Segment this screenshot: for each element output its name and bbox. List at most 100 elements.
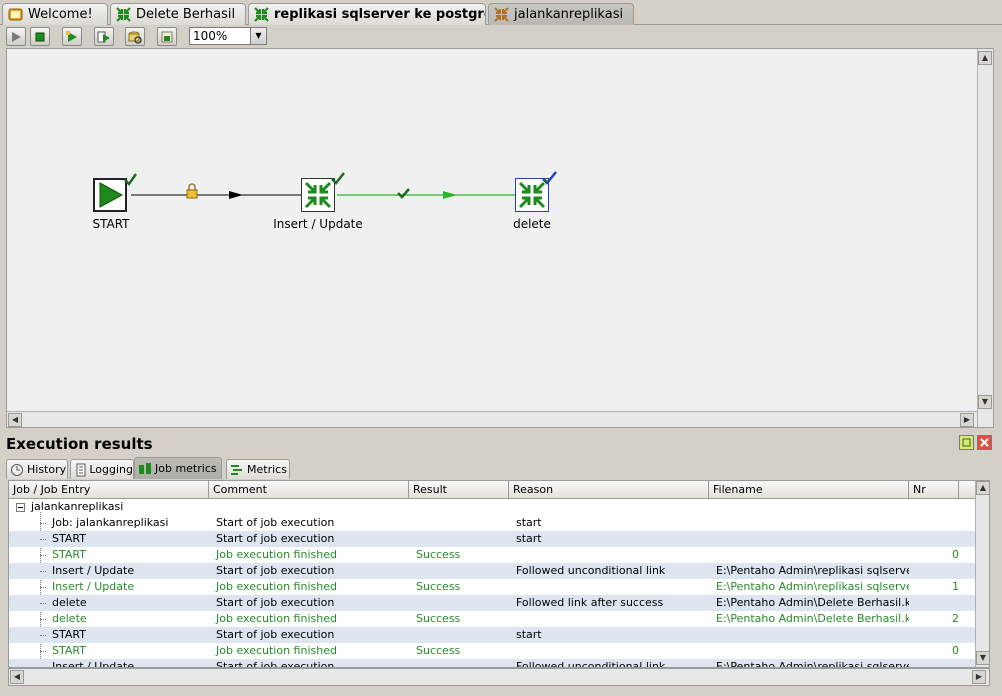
preview-icon (97, 31, 110, 42)
table-row[interactable]: Insert / Update Start of job execution Fol… (9, 659, 975, 668)
zoom-select[interactable]: 100% ▼ (189, 27, 267, 45)
table-row[interactable]: START Job execution finished Success 0 (9, 643, 975, 659)
cell-filename: E:\Pentaho Admin\Delete Berhasil.ktr (716, 596, 909, 609)
tab-label: jalankanreplikasi (514, 7, 624, 22)
replay-button[interactable] (62, 27, 82, 46)
run-icon (12, 31, 21, 42)
collapse-icon[interactable] (16, 503, 25, 512)
chevron-down-icon[interactable]: ▼ (250, 28, 266, 44)
maximize-icon (962, 438, 971, 447)
cell-reason: Followed unconditional link (516, 660, 666, 668)
sql-button[interactable] (125, 27, 145, 46)
tab-replikasi-sqlserver[interactable]: replikasi sqlserver ke postgre (248, 3, 486, 25)
cell-entry: START (52, 532, 86, 545)
table-horizontal-scrollbar[interactable]: ◀ ▶ (8, 668, 990, 686)
tab-welcome[interactable]: Welcome! (2, 3, 108, 25)
close-results-button[interactable] (977, 435, 992, 450)
tree-connector (40, 523, 46, 524)
transformation-icon (116, 7, 131, 22)
close-icon[interactable]: ✕ (631, 8, 633, 22)
cell-comment: Start of job execution (216, 564, 335, 577)
cell-entry: Insert / Update (52, 580, 135, 593)
stop-icon (35, 32, 45, 41)
tree-root-label: jalankanreplikasi (31, 500, 124, 513)
scroll-down-arrow[interactable]: ▼ (978, 395, 992, 409)
job-canvas[interactable]: START Insert / Update delete ▲ ▼ ◀ ▶ (6, 48, 994, 428)
canvas-vertical-scrollbar[interactable]: ▲ ▼ (977, 49, 993, 427)
node-label: START (92, 217, 130, 231)
job-icon (494, 7, 509, 22)
stop-button[interactable] (30, 27, 50, 46)
tree-connector (40, 587, 46, 588)
column-header[interactable]: Nr (909, 481, 959, 498)
tab-label: Metrics (247, 463, 287, 476)
close-icon (980, 438, 989, 447)
maximize-button[interactable] (959, 435, 974, 450)
impact-button[interactable] (157, 27, 177, 46)
node-label: Insert / Update (273, 217, 363, 231)
cell-nr: 0 (952, 548, 959, 561)
table-row[interactable]: START Start of job execution start (9, 627, 975, 643)
editor-tab-bar: Welcome! Delete Berhasil replikasi sqlse… (0, 0, 1002, 25)
column-header[interactable]: Result (409, 481, 509, 498)
node-label: delete (513, 217, 551, 231)
tab-label: replikasi sqlserver ke postgre (274, 7, 486, 22)
tab-logging[interactable]: Logging (70, 459, 134, 479)
tree-connector (40, 539, 46, 540)
scroll-left-arrow[interactable]: ◀ (10, 670, 24, 684)
cell-filename: E:\Pentaho Admin\replikasi sqlserver ... (716, 660, 909, 668)
cell-result: Success (416, 580, 461, 593)
table-row[interactable]: Job: jalankanreplikasi Start of job execu… (9, 515, 975, 531)
cell-reason: Followed link after success (516, 596, 664, 609)
tab-job-metrics[interactable]: Job metrics (134, 457, 222, 479)
column-header[interactable]: Reason (509, 481, 709, 498)
canvas-horizontal-scrollbar[interactable]: ◀ ▶ (7, 411, 977, 427)
tab-delete-berhasil[interactable]: Delete Berhasil (110, 3, 246, 25)
cell-comment: Start of job execution (216, 660, 335, 668)
tab-metrics[interactable]: Metrics (226, 459, 290, 479)
table-vertical-scrollbar[interactable]: ▲ ▼ (975, 481, 989, 667)
checkmark-icon (397, 188, 410, 199)
table-header: Job / Job Entry Comment Result Reason Fi… (9, 481, 975, 499)
start-play-icon (99, 182, 124, 208)
job-toolbar (0, 25, 1002, 48)
table-row[interactable]: delete Job execution finished Success E:\Pe… (9, 611, 975, 627)
scroll-up-arrow[interactable]: ▲ (976, 481, 989, 495)
run-button[interactable] (6, 27, 26, 46)
column-header[interactable]: Comment (209, 481, 409, 498)
table-row[interactable]: delete Start of job execution Followed lin… (9, 595, 975, 611)
logging-icon (76, 463, 86, 476)
node-start-box[interactable] (93, 178, 127, 212)
cell-entry: delete (52, 596, 87, 609)
cell-comment: Job execution finished (216, 612, 337, 625)
scroll-left-arrow[interactable]: ◀ (8, 413, 22, 427)
cell-entry: START (52, 644, 86, 657)
tree-root-row[interactable]: jalankanreplikasi (9, 499, 975, 515)
tree-connector (40, 571, 46, 572)
tab-history[interactable]: History (6, 459, 68, 479)
tree-connector (40, 619, 46, 620)
job-metrics-icon (139, 462, 151, 474)
preview-button[interactable] (94, 27, 114, 46)
column-header[interactable]: Filename (709, 481, 909, 498)
tab-jalankanreplikasi[interactable]: jalankanreplikasi ✕ (488, 3, 634, 25)
table-row[interactable]: Insert / Update Start of job execution Fol… (9, 563, 975, 579)
table-row[interactable]: Insert / Update Job execution finished Suc… (9, 579, 975, 595)
scroll-right-arrow[interactable]: ▶ (960, 413, 974, 427)
scroll-down-arrow[interactable]: ▼ (976, 651, 989, 665)
column-header[interactable]: Job / Job Entry (9, 481, 209, 498)
hop-arrow (229, 191, 243, 199)
cell-entry: START (52, 548, 86, 561)
table-row[interactable]: START Start of job execution start (9, 531, 975, 547)
scroll-right-arrow[interactable]: ▶ (972, 670, 986, 684)
cell-comment: Start of job execution (216, 516, 335, 529)
scroll-up-arrow[interactable]: ▲ (978, 51, 992, 65)
cell-comment: Start of job execution (216, 628, 335, 641)
results-tabs: History Logging Job metrics Metrics (6, 457, 996, 479)
cell-reason: start (516, 532, 542, 545)
table-row[interactable]: START Job execution finished Success 0 (9, 547, 975, 563)
cell-entry: delete (52, 612, 87, 625)
checkmark-icon (331, 172, 345, 185)
cell-nr: 2 (952, 612, 959, 625)
tab-label: Welcome! (28, 7, 93, 22)
